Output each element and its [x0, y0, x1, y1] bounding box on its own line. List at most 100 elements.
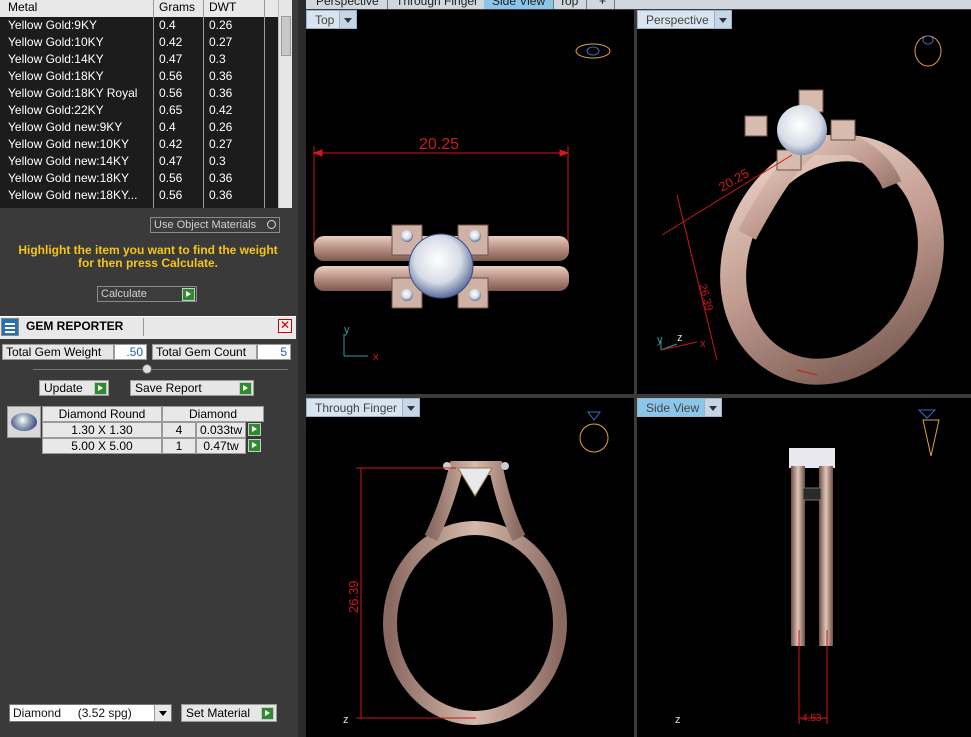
- through-finger-view-render: 26.39 z: [343, 411, 609, 726]
- play-icon[interactable]: [248, 439, 261, 452]
- play-icon: [94, 382, 107, 395]
- cell-dwt: 0.3: [209, 154, 226, 168]
- tab-perspective[interactable]: Perspective: [308, 0, 388, 9]
- side-diamond: [401, 289, 413, 301]
- top-view-render: y x 20.25: [312, 43, 611, 363]
- gem-header-material: Diamond: [162, 406, 264, 422]
- cell-grams: 0.65: [159, 103, 183, 117]
- axis-y-label: y: [657, 334, 663, 346]
- header-divider: [143, 318, 144, 336]
- table-row[interactable]: Yellow Gold:9KY 0.4 0.26: [0, 17, 278, 34]
- viewport-perspective[interactable]: Perspective 20.25 26.39 y z x: [637, 10, 971, 394]
- gem-reporter-icon: [1, 318, 19, 336]
- cell-grams: 0.56: [159, 171, 183, 185]
- ring-preview-icon: [914, 35, 942, 67]
- close-icon[interactable]: ✕: [278, 319, 292, 333]
- use-object-materials-toggle[interactable]: Use Object Materials: [150, 217, 280, 233]
- cell-dwt: 0.27: [209, 35, 233, 49]
- table-row[interactable]: Yellow Gold new:14KY 0.47 0.3: [0, 153, 278, 170]
- viewport-side-view[interactable]: Side View 4.53 z: [637, 398, 971, 737]
- header-dwt[interactable]: DWT: [209, 0, 259, 14]
- table-row[interactable]: Yellow Gold:18KY 0.56 0.36: [0, 68, 278, 85]
- cell-grams: 0.47: [159, 52, 183, 66]
- gem-cell-count: 1: [162, 438, 196, 454]
- cell-dwt: 0.36: [209, 171, 233, 185]
- gem-cell-size: 1.30 X 1.30: [42, 422, 162, 438]
- metal-table-scrollbar[interactable]: [278, 0, 292, 208]
- scrollbar-thumb[interactable]: [281, 16, 291, 56]
- cell-grams: 0.56: [159, 86, 183, 100]
- panel-splitter[interactable]: [298, 0, 306, 737]
- ring-preview-icon: [579, 411, 609, 453]
- prong-setting: [830, 119, 856, 141]
- table-row[interactable]: Yellow Gold:18KY Royal 0.56 0.36: [0, 85, 278, 102]
- slider-track[interactable]: [33, 369, 288, 370]
- radio-icon: [267, 220, 276, 229]
- cell-metal: Yellow Gold new:10KY: [8, 137, 129, 151]
- chevron-down-icon[interactable]: [154, 705, 171, 721]
- cell-metal: Yellow Gold:10KY: [8, 35, 104, 49]
- table-row[interactable]: Yellow Gold new:9KY 0.4 0.26: [0, 119, 278, 136]
- gallery-gap: [802, 487, 822, 501]
- gem-cell-size: 5.00 X 5.00: [42, 438, 162, 454]
- column-divider: [203, 0, 204, 208]
- center-diamond: [777, 105, 827, 155]
- header-grams[interactable]: Grams: [159, 0, 199, 14]
- column-divider: [153, 0, 154, 208]
- cell-grams: 0.42: [159, 35, 183, 49]
- update-label: Update: [44, 381, 83, 395]
- table-row[interactable]: Yellow Gold new:10KY 0.42 0.27: [0, 136, 278, 153]
- gem-reporter-title: GEM REPORTER: [26, 319, 124, 333]
- dimension-line: [312, 146, 570, 246]
- table-row[interactable]: Yellow Gold:14KY 0.47 0.3: [0, 51, 278, 68]
- table-row[interactable]: Yellow Gold new:18KY 0.56 0.36: [0, 170, 278, 187]
- table-row[interactable]: Yellow Gold:10KY 0.42 0.27: [0, 34, 278, 51]
- viewport-through-finger[interactable]: Through Finger 26.39 z: [306, 398, 634, 737]
- cell-metal: Yellow Gold new:14KY: [8, 154, 129, 168]
- cell-dwt: 0.3: [209, 52, 226, 66]
- table-row[interactable]: Yellow Gold new:18KY... 0.56 0.36: [0, 187, 278, 204]
- cell-metal: Yellow Gold:18KY: [8, 69, 104, 83]
- tab-through-finger[interactable]: Through Finger: [388, 0, 488, 9]
- prong-setting: [744, 115, 768, 137]
- play-icon: [239, 382, 252, 395]
- calculate-label: Calculate: [101, 288, 147, 300]
- cell-dwt: 0.36: [209, 188, 233, 202]
- cell-grams: 0.47: [159, 154, 183, 168]
- slider-handle[interactable]: [142, 364, 152, 374]
- cell-dwt: 0.27: [209, 137, 233, 151]
- update-button[interactable]: Update: [39, 380, 109, 396]
- dimension-line: [356, 467, 476, 719]
- cell-metal: Yellow Gold:9KY: [8, 18, 97, 32]
- play-icon[interactable]: [248, 423, 261, 436]
- viewport-top[interactable]: Top y x 20.25: [306, 10, 634, 394]
- calculate-button[interactable]: Calculate: [97, 286, 197, 302]
- gem-thumbnail[interactable]: [7, 406, 41, 438]
- side-diamond: [469, 289, 481, 301]
- play-icon: [261, 707, 274, 720]
- material-select-value: Diamond (3.52 spg): [13, 706, 132, 720]
- cell-grams: 0.4: [159, 120, 176, 134]
- instruction-message: Highlight the item you want to find the …: [18, 243, 278, 270]
- metal-weight-table[interactable]: Metal Grams DWT Yellow Gold:9KY 0.4 0.26 Ye…: [0, 0, 278, 208]
- gem-header-name: Diamond Round: [42, 406, 162, 422]
- axis-z-label: z: [675, 714, 681, 726]
- set-material-button[interactable]: Set Material: [181, 704, 277, 722]
- table-row[interactable]: Yellow Gold:22KY 0.65 0.42: [0, 102, 278, 119]
- ring-preview-icon: [575, 43, 611, 59]
- save-report-button[interactable]: Save Report: [130, 380, 254, 396]
- tab-add[interactable]: +: [591, 0, 616, 9]
- total-gem-weight-label: Total Gem Weight: [2, 344, 114, 360]
- side-view-render: 4.53 z: [675, 409, 940, 726]
- dimension-label-b: 26.39: [696, 283, 715, 313]
- column-divider: [264, 0, 265, 208]
- cell-dwt: 0.36: [209, 86, 233, 100]
- cell-grams: 0.4: [159, 18, 176, 32]
- tab-top[interactable]: Top: [551, 0, 588, 9]
- header-metal[interactable]: Metal: [8, 0, 150, 14]
- axis-gizmo: [343, 334, 368, 357]
- tab-side-view[interactable]: Side View: [484, 0, 555, 9]
- material-select[interactable]: Diamond (3.52 spg): [9, 704, 172, 722]
- dimension-label: 26.39: [346, 580, 361, 613]
- total-gem-count-value: 5: [257, 344, 291, 360]
